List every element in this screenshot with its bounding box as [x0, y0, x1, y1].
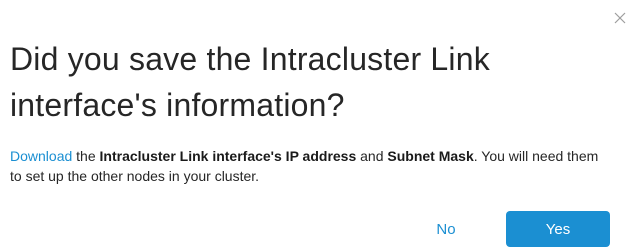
message-text-1: the — [72, 148, 100, 164]
dialog-message: Download the Intracluster Link interface… — [10, 146, 610, 186]
yes-button[interactable]: Yes — [506, 211, 610, 247]
no-button[interactable]: No — [420, 212, 472, 246]
message-text-2: and — [356, 148, 388, 164]
message-bold-ip-address: Intracluster Link interface's IP address — [99, 148, 357, 164]
confirmation-dialog: Did you save the Intracluster Link inter… — [0, 0, 633, 248]
message-bold-subnet-mask: Subnet Mask — [387, 148, 474, 164]
download-link[interactable]: Download — [10, 148, 72, 164]
close-icon[interactable] — [612, 10, 628, 26]
dialog-title: Did you save the Intracluster Link inter… — [10, 41, 490, 123]
